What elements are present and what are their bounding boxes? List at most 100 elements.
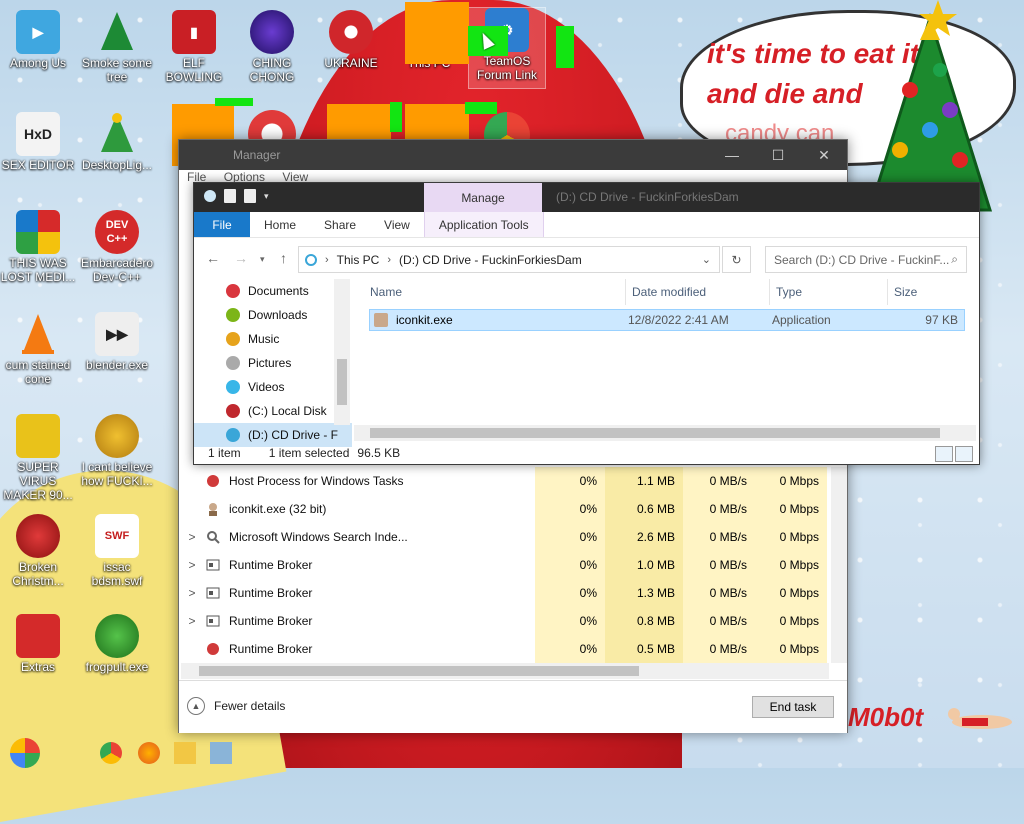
cd-drive-icon bbox=[305, 253, 317, 266]
process-row[interactable]: > Runtime Broker 0% 1.0 MB 0 MB/s 0 Mbps bbox=[179, 551, 831, 579]
desktop-icon-ukraine[interactable]: UKRAINE bbox=[313, 10, 389, 70]
search-box[interactable]: Search (D:) CD Drive - FuckinF... ⌕ bbox=[765, 246, 967, 273]
process-list-horizontal-scrollbar[interactable] bbox=[181, 663, 829, 679]
desktop-icon-among-us[interactable]: ▶ Among Us bbox=[0, 10, 76, 70]
process-row[interactable]: > Runtime Broker 0% 1.3 MB 0 MB/s 0 Mbps bbox=[179, 579, 831, 607]
ornament-icon bbox=[250, 10, 294, 54]
file-explorer-taskbar-icon[interactable] bbox=[174, 742, 196, 764]
status-bar: 1 item 1 item selected 96.5 KB bbox=[194, 442, 979, 464]
scrollbar-thumb[interactable] bbox=[337, 359, 347, 405]
process-list-vertical-scrollbar[interactable] bbox=[831, 467, 847, 663]
scrollbar-thumb[interactable] bbox=[370, 428, 940, 438]
desktop-icon-broken-christmas[interactable]: Broken Christm... bbox=[0, 514, 76, 588]
large-icons-view-button[interactable] bbox=[955, 446, 973, 462]
column-header-size[interactable]: Size bbox=[888, 279, 964, 305]
disk-value: 0 MB/s bbox=[683, 551, 755, 579]
desktop-icon-super-virus[interactable]: SUPER VIRUS MAKER 90... bbox=[0, 414, 76, 502]
desktop-icon-cant-believe[interactable]: I cant believe how FUCKI... bbox=[79, 414, 155, 488]
nav-item-music[interactable]: Music bbox=[194, 327, 352, 351]
end-task-button[interactable]: End task bbox=[752, 696, 834, 718]
green-censor-block bbox=[556, 26, 574, 68]
desktop-icon-elf-bowling[interactable]: ▮ ELF BOWLING bbox=[156, 10, 232, 84]
task-manager-taskbar-icon[interactable] bbox=[210, 742, 232, 764]
nav-item-videos[interactable]: Videos bbox=[194, 375, 352, 399]
breadcrumb-cd-drive[interactable]: (D:) CD Drive - FuckinForkiesDam bbox=[399, 253, 582, 267]
process-row[interactable]: > Microsoft Windows Search Inde... 0% 2.… bbox=[179, 523, 831, 551]
network-value: 0 Mbps bbox=[755, 607, 827, 635]
nav-item-label: Pictures bbox=[248, 356, 292, 370]
nav-item-local-disk[interactable]: (C:) Local Disk bbox=[194, 399, 352, 423]
breadcrumb-chevron-icon[interactable]: › bbox=[325, 254, 329, 266]
tab-application-tools[interactable]: Application Tools bbox=[423, 212, 544, 237]
file-row-iconkit[interactable]: iconkit.exe 12/8/2022 2:41 AM Applicatio… bbox=[369, 309, 965, 331]
expand-chevron-icon[interactable]: > bbox=[179, 614, 205, 628]
desktop-icon-sex-editor[interactable]: HxD SEX EDITOR bbox=[0, 112, 76, 172]
task-manager-footer: ▲ Fewer details End task bbox=[179, 680, 847, 733]
back-arrow-icon[interactable]: ← bbox=[206, 250, 220, 266]
desktop-icon-issac[interactable]: SWF issac bdsm.swf bbox=[79, 514, 155, 588]
tab-home[interactable]: Home bbox=[250, 212, 310, 237]
tab-view[interactable]: View bbox=[370, 212, 424, 237]
expand-chevron-icon[interactable]: > bbox=[179, 586, 205, 600]
cpu-value: 0% bbox=[535, 523, 605, 551]
tab-share[interactable]: Share bbox=[310, 212, 370, 237]
fewer-details-button[interactable]: ▲ Fewer details bbox=[187, 697, 285, 715]
forward-arrow-icon[interactable]: → bbox=[234, 250, 248, 266]
column-header-type[interactable]: Type bbox=[770, 279, 888, 305]
desktop-icon-label: Embarcadero Dev-C++ bbox=[80, 256, 154, 284]
process-row[interactable]: Runtime Broker 0% 0.5 MB 0 MB/s 0 Mbps bbox=[179, 635, 831, 663]
chrome-taskbar-icon[interactable] bbox=[100, 742, 122, 764]
firefox-taskbar-icon[interactable] bbox=[138, 742, 160, 764]
desktop-icon-cone[interactable]: cum stained cone bbox=[0, 312, 76, 386]
recent-locations-chevron-icon[interactable]: ▾ bbox=[260, 254, 265, 265]
address-bar[interactable]: › This PC › (D:) CD Drive - FuckinForkie… bbox=[298, 246, 720, 273]
minimize-button[interactable]: — bbox=[709, 140, 755, 170]
column-header-date-modified[interactable]: Date modified bbox=[626, 279, 770, 305]
explorer-titlebar[interactable]: ▾ Manage (D:) CD Drive - FuckinForkiesDa… bbox=[194, 183, 979, 212]
customize-quick-access-icon[interactable]: ▾ bbox=[264, 191, 269, 202]
breadcrumb-this-pc[interactable]: This PC bbox=[337, 253, 380, 267]
process-row[interactable]: > Runtime Broker 0% 0.8 MB 0 MB/s 0 Mbps bbox=[179, 607, 831, 635]
desktop-icon-devcpp[interactable]: DEV C++ Embarcadero Dev-C++ bbox=[79, 210, 155, 284]
desktop-icon-desktoplights[interactable]: DesktopLig... bbox=[79, 112, 155, 172]
properties-icon[interactable] bbox=[224, 189, 236, 203]
start-button-icon[interactable] bbox=[10, 738, 40, 768]
desktop-icon-blender[interactable]: ▶▶ blender.exe bbox=[79, 312, 155, 372]
search-input[interactable]: Search (D:) CD Drive - FuckinF... bbox=[774, 253, 949, 267]
up-arrow-icon[interactable]: ↑ bbox=[280, 250, 287, 266]
desktop-icon-ching-chong[interactable]: CHING CHONG bbox=[234, 10, 310, 84]
network-value: 0 Mbps bbox=[755, 467, 827, 495]
breadcrumb-chevron-icon[interactable]: › bbox=[387, 254, 391, 266]
navigation-pane-scrollbar[interactable] bbox=[334, 279, 350, 425]
nav-item-documents[interactable]: Documents bbox=[194, 279, 352, 303]
expand-chevron-icon[interactable]: > bbox=[179, 530, 205, 544]
refresh-button[interactable]: ↻ bbox=[722, 246, 751, 273]
file-list-horizontal-scrollbar[interactable] bbox=[354, 425, 976, 441]
desktop-icon-label: cum stained cone bbox=[5, 358, 71, 386]
manage-contextual-tab[interactable]: Manage bbox=[424, 183, 542, 212]
details-view-button[interactable] bbox=[935, 446, 953, 462]
address-dropdown-icon[interactable]: ⌄ bbox=[702, 253, 711, 266]
close-button[interactable]: ✕ bbox=[801, 140, 847, 170]
expand-chevron-icon[interactable]: > bbox=[179, 558, 205, 572]
process-row[interactable]: iconkit.exe (32 bit) 0% 0.6 MB 0 MB/s 0 … bbox=[179, 495, 831, 523]
nav-item-downloads[interactable]: Downloads bbox=[194, 303, 352, 327]
task-manager-titlebar[interactable]: Manager — ☐ ✕ bbox=[179, 140, 847, 170]
disk-value: 0 MB/s bbox=[683, 635, 755, 663]
desktop-icon-lost-media[interactable]: THIS WAS LOST MEDI... bbox=[0, 210, 76, 284]
desktop-icon-label: UKRAINE bbox=[324, 56, 378, 70]
coin-icon bbox=[95, 414, 139, 458]
column-header-name[interactable]: Name bbox=[364, 279, 626, 305]
nav-item-pictures[interactable]: Pictures bbox=[194, 351, 352, 375]
scrollbar-thumb[interactable] bbox=[199, 666, 639, 676]
new-folder-icon[interactable] bbox=[244, 189, 256, 203]
memory-value: 0.6 MB bbox=[605, 495, 683, 523]
tab-file[interactable]: File bbox=[194, 212, 250, 237]
process-row[interactable]: Host Process for Windows Tasks 0% 1.1 MB… bbox=[179, 467, 831, 495]
file-explorer-window[interactable]: ▾ Manage (D:) CD Drive - FuckinForkiesDa… bbox=[193, 182, 980, 465]
desktop-icon-smoke-some-tree[interactable]: Smoke some tree bbox=[79, 10, 155, 84]
nav-item-label: Documents bbox=[248, 284, 309, 298]
maximize-button[interactable]: ☐ bbox=[755, 140, 801, 170]
desktop-icon-extras[interactable]: Extras bbox=[0, 614, 76, 674]
desktop-icon-frogpult[interactable]: frogpult.exe bbox=[79, 614, 155, 674]
